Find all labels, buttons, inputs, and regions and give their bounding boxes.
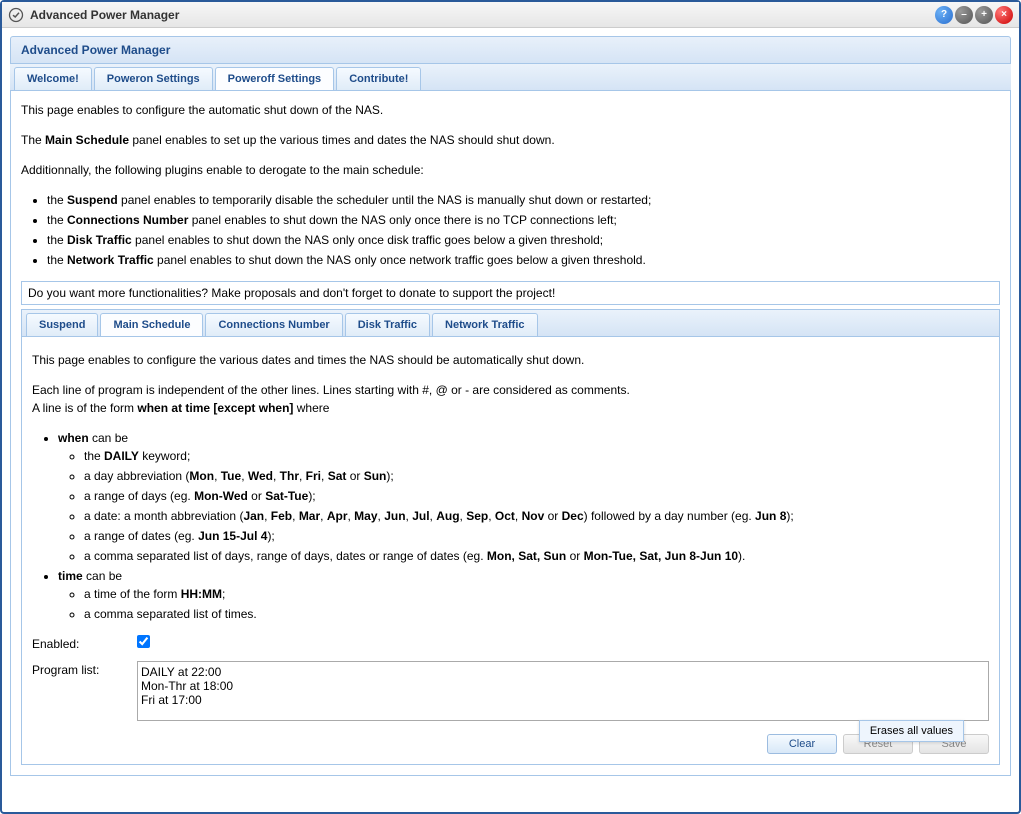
schedule-help: Each line of program is independent of t… [32,381,989,399]
window-controls: ? – + × [935,6,1013,24]
intro-line1: This page enables to configure the autom… [21,101,1000,119]
tab-poweron[interactable]: Poweron Settings [94,67,213,90]
subtab-suspend[interactable]: Suspend [26,313,98,336]
minimize-icon[interactable]: – [955,6,973,24]
main-tabstrip: Welcome! Poweron Settings Poweroff Setti… [10,64,1011,91]
schedule-content: This page enables to configure the vario… [21,337,1000,765]
tab-contribute[interactable]: Contribute! [336,67,421,90]
schedule-syntax: when can be the DAILY keyword; a day abb… [58,429,989,623]
bullet-network: the Network Traffic panel enables to shu… [47,251,1000,269]
subtab-network-traffic[interactable]: Network Traffic [432,313,537,336]
close-icon[interactable]: × [995,6,1013,24]
maximize-icon[interactable]: + [975,6,993,24]
bullet-connections: the Connections Number panel enables to … [47,211,1000,229]
button-row: Clear Reset Save [32,734,989,754]
schedule-help2: A line is of the form when at time [exce… [32,399,989,417]
enabled-label: Enabled: [32,635,137,651]
panel-title: Advanced Power Manager [10,36,1011,64]
tab-poweroff[interactable]: Poweroff Settings [215,67,335,90]
when-item: when can be the DAILY keyword; a day abb… [58,429,989,565]
body: Advanced Power Manager Welcome! Poweron … [2,28,1019,812]
schedule-intro: This page enables to configure the vario… [32,351,989,369]
intro-line2: The Main Schedule panel enables to set u… [21,131,1000,149]
subtab-connections[interactable]: Connections Number [205,313,342,336]
subtab-main-schedule[interactable]: Main Schedule [100,313,203,336]
app-window: Advanced Power Manager ? – + × Advanced … [0,0,1021,814]
help-icon[interactable]: ? [935,6,953,24]
program-label: Program list: [32,661,137,677]
program-row: Program list: [32,661,989,724]
donate-banner[interactable]: Do you want more functionalities? Make p… [21,281,1000,305]
titlebar[interactable]: Advanced Power Manager ? – + × [2,2,1019,28]
program-textarea[interactable] [137,661,989,721]
app-icon [8,7,24,23]
main-content: This page enables to configure the autom… [10,91,1011,776]
time-item: time can be a time of the form HH:MM; a … [58,567,989,623]
bullet-suspend: the Suspend panel enables to temporarily… [47,191,1000,209]
enabled-checkbox[interactable] [137,635,150,648]
clear-button[interactable]: Clear [767,734,837,754]
tab-welcome[interactable]: Welcome! [14,67,92,90]
intro-bullets: the Suspend panel enables to temporarily… [47,191,1000,269]
bullet-disk: the Disk Traffic panel enables to shut d… [47,231,1000,249]
enabled-row: Enabled: [32,635,989,651]
subtab-disk-traffic[interactable]: Disk Traffic [345,313,430,336]
window-title: Advanced Power Manager [30,8,935,22]
intro-line3: Additionnally, the following plugins ena… [21,161,1000,179]
sub-tabstrip: Suspend Main Schedule Connections Number… [21,309,1000,337]
tooltip: Erases all values [859,720,964,742]
